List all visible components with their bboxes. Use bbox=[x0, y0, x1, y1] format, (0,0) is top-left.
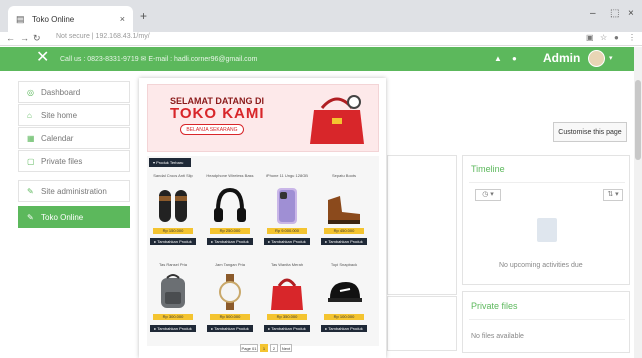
product-name: iPhone 11 Ungu 128GB bbox=[266, 173, 308, 178]
contact-info: Call us : 0823-8331-9719 ✉ E-mail : hadl… bbox=[60, 56, 258, 63]
product-price: Rp 100.000 bbox=[324, 314, 364, 320]
new-tab-button[interactable]: + bbox=[140, 9, 147, 23]
product-price: Rp 350.000 bbox=[267, 314, 307, 320]
sidebar-item-label: Dashboard bbox=[41, 87, 81, 97]
pager-current-page[interactable]: 1 bbox=[260, 344, 268, 352]
timeline-empty-text: No upcoming activities due bbox=[499, 262, 583, 269]
dashboard-icon: ◎ bbox=[27, 87, 34, 97]
add-to-cart-button[interactable]: ▸ Tambahkan Produk bbox=[321, 325, 367, 332]
calendar-icon: ▦ bbox=[27, 133, 35, 143]
product-name: Tas Wanita Merah bbox=[270, 262, 304, 267]
product-name: Sandal Crocs Anti Slip bbox=[153, 173, 193, 178]
product-price: Rp 300.000 bbox=[153, 314, 193, 320]
divider bbox=[469, 319, 625, 320]
backpack-product-image bbox=[161, 274, 185, 308]
user-menu-caret-icon[interactable]: ▾ bbox=[609, 54, 613, 62]
private-files-block: Private files No files available bbox=[462, 291, 630, 353]
user-avatar[interactable] bbox=[588, 50, 605, 67]
tab-close-icon[interactable]: × bbox=[120, 14, 125, 24]
product-price: Rp 9.000.000 bbox=[267, 228, 307, 234]
banner-handbag-icon bbox=[310, 95, 364, 144]
sidebar-item-toko-online[interactable]: ✎ Toko Online bbox=[18, 206, 130, 228]
product-price: Rp 450.000 bbox=[324, 228, 364, 234]
wrench-icon: ✎ bbox=[27, 186, 34, 196]
course-overview-panel bbox=[387, 155, 457, 295]
recent-panel bbox=[387, 296, 457, 351]
add-to-cart-button[interactable]: ▸ Tambahkan Produk bbox=[264, 238, 310, 245]
product-name: Topi Snapback bbox=[330, 262, 358, 267]
home-icon: ⌂ bbox=[27, 110, 32, 120]
private-files-empty-text: No files available bbox=[471, 333, 524, 340]
reload-icon[interactable]: ↻ bbox=[33, 33, 41, 44]
watch-product-image bbox=[219, 274, 241, 310]
shop-now-button[interactable]: BELANJA SEKARANG bbox=[180, 124, 244, 135]
product-price: Rp 150.000 bbox=[153, 228, 193, 234]
bookmark-star-icon[interactable]: ☆ bbox=[600, 33, 607, 42]
file-icon: ▢ bbox=[27, 156, 35, 166]
pencil-icon: ✎ bbox=[27, 212, 34, 222]
phone-product-image bbox=[277, 188, 297, 224]
category-label[interactable]: ▾ Produk Terbaru bbox=[149, 158, 191, 167]
profile-icon[interactable]: ● bbox=[614, 33, 619, 42]
maximize-button[interactable]: ⬚ bbox=[610, 8, 619, 19]
sidebar-item-site-home[interactable]: ⌂ Site home bbox=[18, 104, 130, 126]
timeline-filter-dropdown[interactable]: ◷ ▾ bbox=[475, 189, 501, 201]
product-price: Rp 500.000 bbox=[210, 314, 250, 320]
product-name: Jam Tangan Pria bbox=[215, 262, 245, 267]
sidebar-item-label: Private files bbox=[41, 156, 83, 166]
forward-icon[interactable]: → bbox=[20, 33, 29, 43]
sidebar-item-site-administration[interactable]: ✎ Site administration bbox=[18, 180, 130, 202]
pager-next-button[interactable]: Next bbox=[280, 344, 292, 352]
timeline-block: Timeline ◷ ▾ ⇅ ▾ No upcoming activities … bbox=[462, 155, 630, 285]
minimize-button[interactable]: – bbox=[590, 8, 596, 19]
headphone-product-image bbox=[214, 187, 246, 222]
pager-page-2[interactable]: 2 bbox=[270, 344, 278, 352]
handbag-product-image bbox=[271, 278, 303, 310]
sidebar-item-private-files[interactable]: ▢ Private files bbox=[18, 150, 130, 172]
cap-product-image bbox=[328, 282, 362, 302]
sidebar-item-label: Site administration bbox=[41, 186, 107, 196]
add-to-cart-button[interactable]: ▸ Tambahkan Produk bbox=[207, 238, 253, 245]
back-icon[interactable]: ← bbox=[6, 33, 15, 43]
customise-page-button[interactable]: Customise this page bbox=[553, 122, 627, 142]
add-to-cart-button[interactable]: ▸ Tambahkan Produk bbox=[264, 325, 310, 332]
sidebar-item-dashboard[interactable]: ◎ Dashboard bbox=[18, 81, 130, 103]
page-favicon-icon: ▤ bbox=[16, 14, 25, 24]
add-to-cart-button[interactable]: ▸ Tambahkan Produk bbox=[150, 238, 196, 245]
notification-bell-icon[interactable]: ▲ bbox=[494, 54, 502, 63]
tab-title: Toko Online bbox=[32, 14, 75, 24]
private-files-title: Private files bbox=[471, 301, 518, 311]
product-name: Headphone Wireless Bass bbox=[206, 173, 254, 178]
sidebar-item-label: Site home bbox=[41, 110, 78, 120]
sidebar-item-label: Calendar bbox=[41, 133, 74, 143]
sidebar-item-calendar[interactable]: ▦ Calendar bbox=[18, 127, 130, 149]
banner-title: TOKO KAMI bbox=[170, 105, 265, 122]
add-to-cart-button[interactable]: ▸ Tambahkan Produk bbox=[321, 238, 367, 245]
browser-tab[interactable]: ▤ Toko Online × bbox=[8, 6, 133, 32]
add-to-cart-button[interactable]: ▸ Tambahkan Produk bbox=[207, 325, 253, 332]
translate-icon[interactable]: ▣ bbox=[586, 33, 594, 42]
scrollbar-thumb[interactable] bbox=[635, 80, 641, 160]
url-field[interactable]: Not secure | 192.168.43.1/my/ bbox=[56, 33, 150, 40]
add-to-cart-button[interactable]: ▸ Tambahkan Produk bbox=[150, 325, 196, 332]
product-name: Sepatu Boots bbox=[331, 173, 357, 178]
product-name: Tas Ransel Pria bbox=[158, 262, 187, 267]
empty-list-icon bbox=[537, 218, 557, 242]
window-close-button[interactable]: × bbox=[628, 8, 634, 19]
user-name[interactable]: Admin bbox=[543, 51, 580, 65]
sandal-product-image bbox=[159, 190, 187, 222]
divider bbox=[469, 182, 625, 183]
sidebar-item-label: Toko Online bbox=[41, 212, 84, 222]
product-price: Rp 250.000 bbox=[210, 228, 250, 234]
close-drawer-icon[interactable]: ✕ bbox=[36, 50, 49, 66]
timeline-title: Timeline bbox=[471, 164, 505, 174]
message-icon[interactable]: ● bbox=[512, 54, 517, 63]
pager-prev-button[interactable]: Page 01 bbox=[240, 344, 258, 352]
browser-menu-icon[interactable]: ⋮ bbox=[628, 33, 636, 42]
boots-product-image bbox=[328, 196, 360, 224]
timeline-sort-dropdown[interactable]: ⇅ ▾ bbox=[603, 189, 623, 201]
